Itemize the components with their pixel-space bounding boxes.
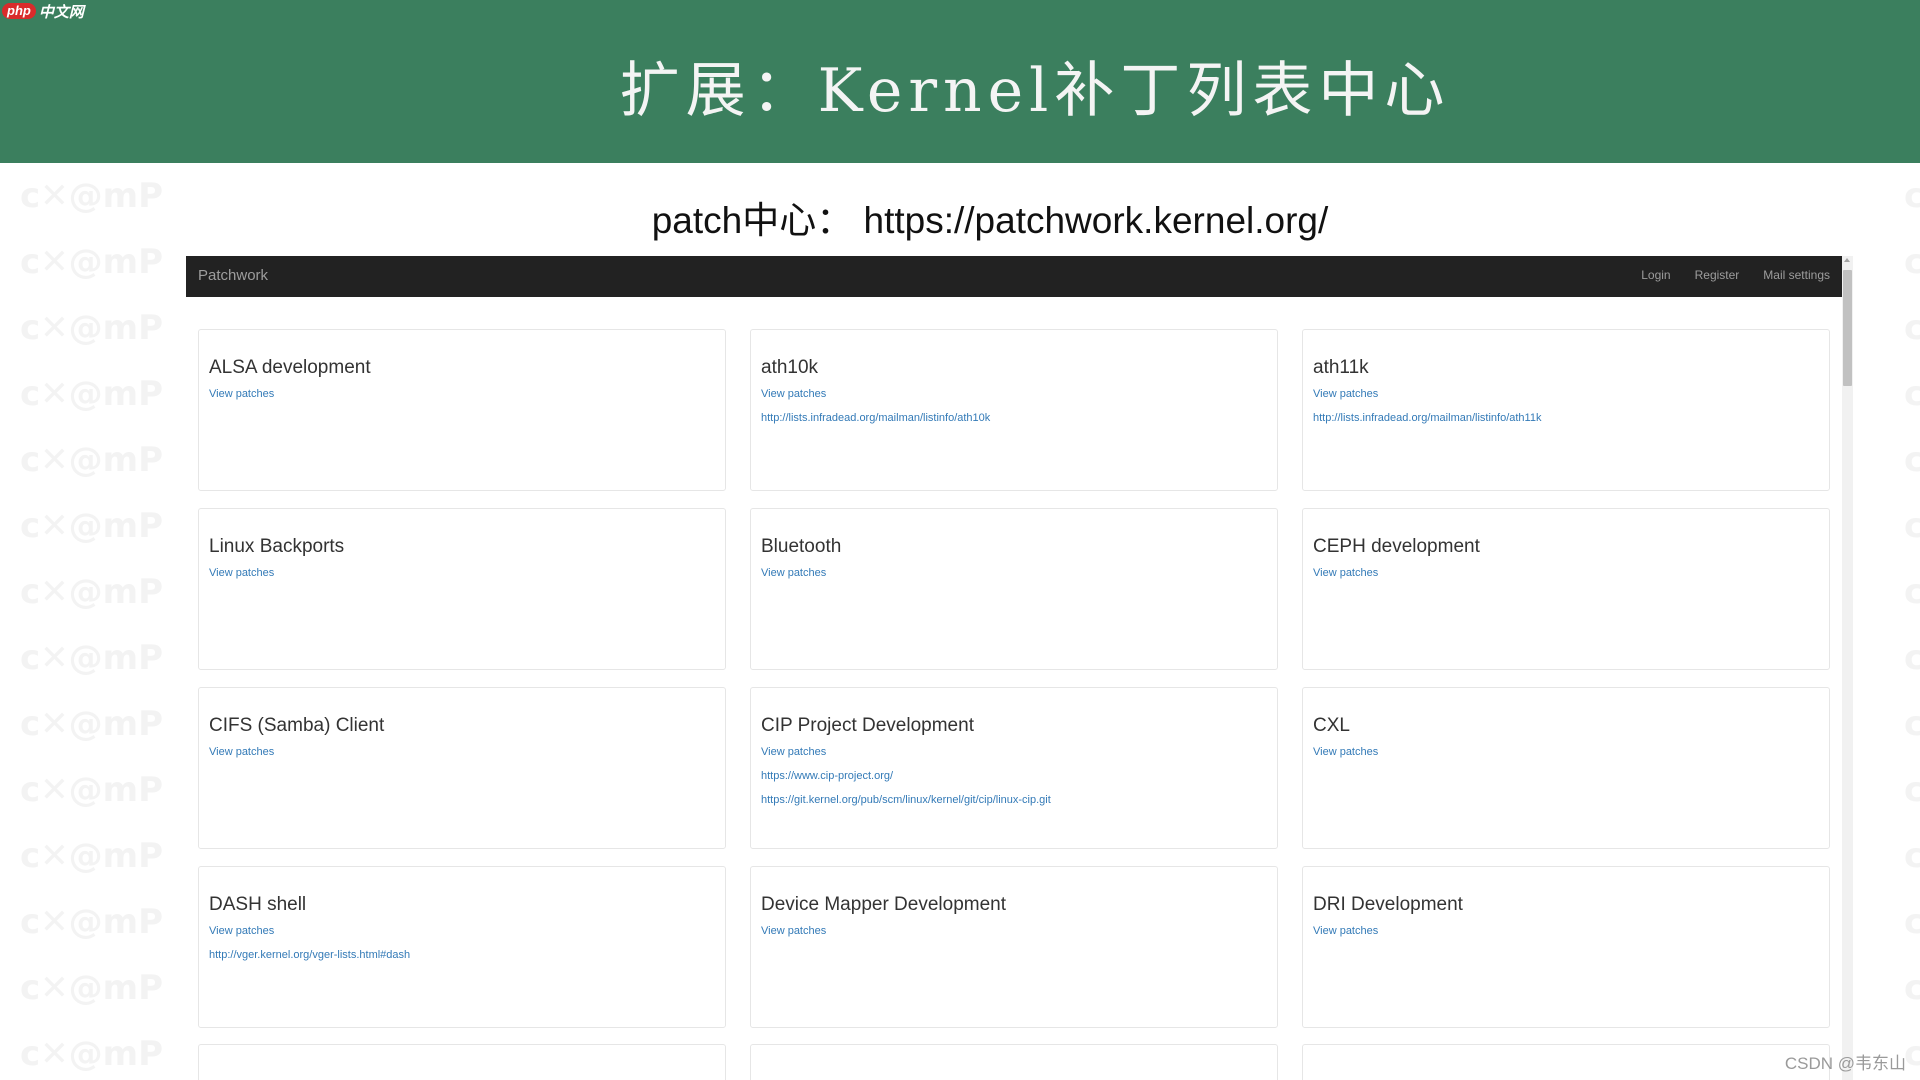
patch-center-subtitle: patch中心： https://patchwork.kernel.org/ [651, 200, 1329, 241]
project-url-link[interactable]: http://vger.kernel.org/vger-lists.html#d… [209, 949, 715, 962]
php-logo-suffix: 中文网 [38, 3, 84, 21]
view-patches-link[interactable]: View patches [209, 567, 715, 580]
navbar-brand[interactable]: Patchwork [198, 267, 268, 284]
vertical-scrollbar[interactable] [1842, 256, 1853, 1080]
project-title: ALSA development [209, 357, 371, 378]
php-badge: php [2, 3, 36, 19]
background-watermark-right: cccccccccccccc [1904, 176, 1920, 1074]
slide-title: 扩展：Kernel补丁列表中心 [619, 56, 1451, 126]
project-title: CIFS (Samba) Client [209, 715, 385, 736]
project-title: DASH shell [209, 894, 307, 915]
register-link[interactable]: Register [1695, 268, 1740, 282]
top-navbar: Patchwork Login Register Mail settings [186, 256, 1842, 297]
view-patches-link[interactable]: View patches [1313, 746, 1819, 759]
view-patches-link[interactable]: View patches [761, 388, 1267, 401]
project-title: CEPH development [1313, 536, 1480, 557]
navbar-links: Login Register Mail settings [1641, 268, 1830, 282]
slide-banner: php 中文网 扩展：Kernel补丁列表中心 [0, 0, 1920, 163]
project-grid: ALSA development View patches ath10k View p… [198, 329, 1830, 1028]
php-cn-logo: php 中文网 [2, 2, 84, 21]
mail-settings-link[interactable]: Mail settings [1763, 268, 1830, 282]
project-url-link[interactable]: http://lists.infradead.org/mailman/listi… [1313, 412, 1819, 425]
patchwork-screenshot: Patchwork Login Register Mail settings A… [186, 256, 1853, 1080]
scroll-up-arrow-icon[interactable] [1844, 258, 1850, 262]
login-link[interactable]: Login [1641, 268, 1670, 282]
project-card: ALSA development View patches [198, 329, 726, 491]
project-url-link[interactable]: https://git.kernel.org/pub/scm/linux/ker… [761, 794, 1267, 807]
view-patches-link[interactable]: View patches [761, 925, 1267, 938]
project-card: CEPH development View patches [1302, 508, 1830, 670]
project-title: CXL [1313, 715, 1350, 736]
view-patches-link[interactable]: View patches [761, 746, 1267, 759]
project-card: CIFS (Samba) Client View patches [198, 687, 726, 849]
project-card: DRI Development View patches [1302, 866, 1830, 1028]
project-title: Linux Backports [209, 536, 345, 557]
project-card: DASH shell View patches http://vger.kernel… [198, 866, 726, 1028]
view-patches-link[interactable]: View patches [1313, 925, 1819, 938]
project-card: CXL View patches [1302, 687, 1830, 849]
project-url-link[interactable]: http://lists.infradead.org/mailman/listi… [761, 412, 1267, 425]
view-patches-link[interactable]: View patches [209, 925, 715, 938]
project-card: CIP Project Development View patches https… [750, 687, 1278, 849]
view-patches-link[interactable]: View patches [1313, 388, 1819, 401]
project-title: CIP Project Development [761, 715, 974, 736]
view-patches-link[interactable]: View patches [209, 388, 715, 401]
project-card-partial [750, 1044, 1278, 1080]
project-title: DRI Development [1313, 894, 1463, 915]
csdn-credit: CSDN @韦东山 [1784, 1054, 1906, 1073]
project-title: ath11k [1313, 357, 1369, 378]
project-card: Linux Backports View patches [198, 508, 726, 670]
project-card-partial [1302, 1044, 1830, 1080]
view-patches-link[interactable]: View patches [209, 746, 715, 759]
project-url-link[interactable]: https://www.cip-project.org/ [761, 770, 1267, 783]
project-card: ath11k View patches http://lists.infradead… [1302, 329, 1830, 491]
project-title: Bluetooth [761, 536, 842, 557]
view-patches-link[interactable]: View patches [1313, 567, 1819, 580]
scrollbar-thumb[interactable] [1843, 270, 1852, 386]
project-card-partial [198, 1044, 726, 1080]
project-grid-next-row [198, 1044, 1830, 1080]
background-watermark: c✕@mP c✕@mP c✕@mP c✕@mP c✕@mP c✕@mP c✕@mP c✕@mP… [20, 176, 163, 1074]
project-card: ath10k View patches http://lists.infradead… [750, 329, 1278, 491]
project-title: Device Mapper Development [761, 894, 1007, 915]
project-card: Device Mapper Development View patches [750, 866, 1278, 1028]
view-patches-link[interactable]: View patches [761, 567, 1267, 580]
project-card: Bluetooth View patches [750, 508, 1278, 670]
project-title: ath10k [761, 357, 819, 378]
